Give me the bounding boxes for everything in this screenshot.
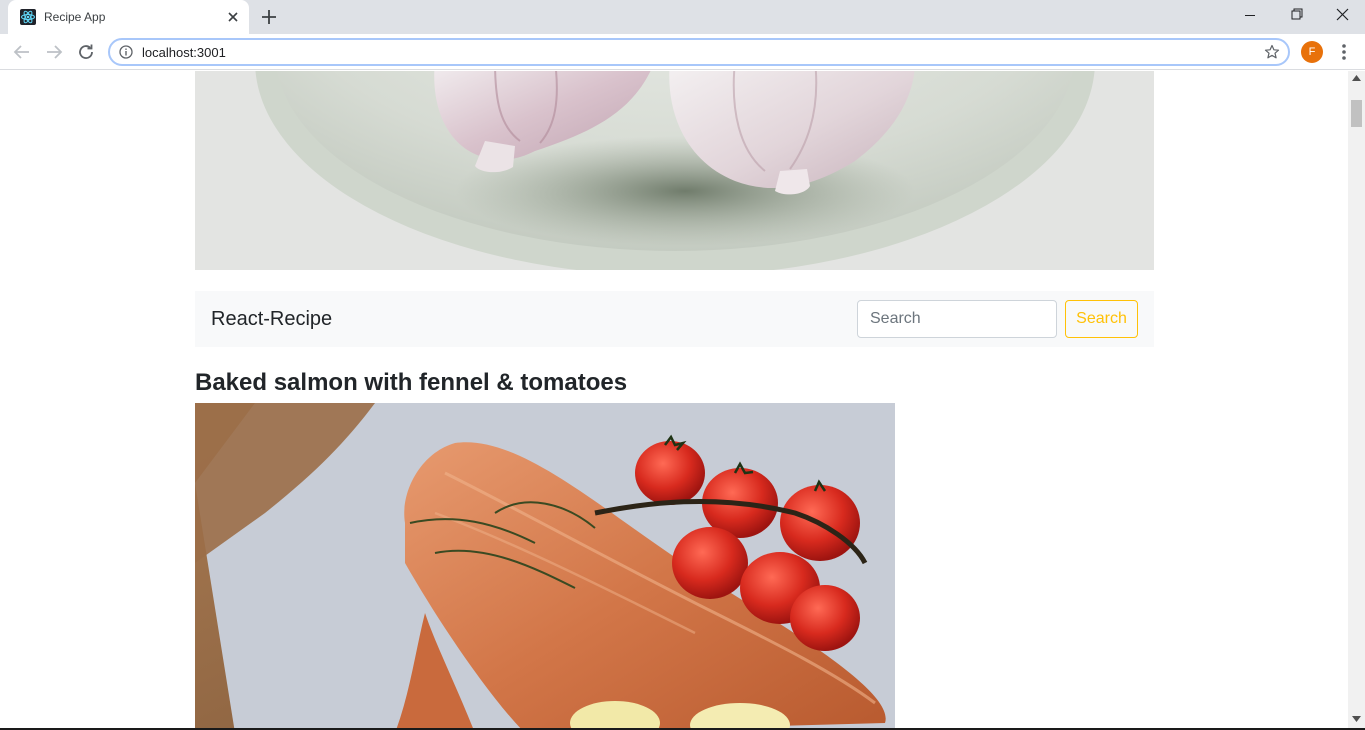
info-icon[interactable]: [119, 45, 133, 59]
search-input[interactable]: [857, 300, 1057, 338]
tab-title: Recipe App: [44, 10, 106, 24]
browser-toolbar: localhost:3001 F: [0, 34, 1365, 70]
search-button[interactable]: Search: [1065, 300, 1138, 338]
hero-image: [195, 71, 1154, 270]
recipe-image: [195, 403, 895, 730]
profile-avatar[interactable]: F: [1301, 41, 1323, 63]
react-favicon-icon: [20, 9, 36, 25]
browser-tab[interactable]: Recipe App: [8, 0, 249, 34]
garlic-plate-illustration: [195, 71, 1154, 270]
url-text[interactable]: localhost:3001: [142, 45, 226, 60]
plus-icon[interactable]: [258, 6, 280, 28]
reload-icon[interactable]: [74, 40, 98, 64]
kebab-menu-icon[interactable]: [1334, 40, 1354, 64]
forward-arrow-icon[interactable]: [42, 40, 66, 64]
restore-icon[interactable]: [1273, 0, 1319, 32]
minimize-icon[interactable]: [1227, 0, 1273, 32]
address-bar[interactable]: localhost:3001: [108, 38, 1290, 66]
scroll-up-arrow-icon[interactable]: [1352, 75, 1361, 81]
page-scrollbar[interactable]: [1348, 71, 1365, 730]
scroll-down-arrow-icon[interactable]: [1352, 716, 1361, 722]
salmon-tomatoes-illustration: [195, 403, 895, 730]
back-arrow-icon[interactable]: [10, 40, 34, 64]
close-icon[interactable]: [225, 9, 241, 25]
navbar: React-Recipe Search: [195, 291, 1154, 347]
star-icon[interactable]: [1264, 44, 1280, 60]
brand-link[interactable]: React-Recipe: [211, 307, 332, 331]
recipe-title: Baked salmon with fennel & tomatoes: [195, 369, 628, 396]
page-viewport: React-Recipe Search Baked salmon with fe…: [0, 71, 1348, 730]
scrollbar-thumb[interactable]: [1351, 100, 1362, 127]
tab-strip: Recipe App: [0, 0, 1365, 34]
window-close-icon[interactable]: [1319, 0, 1365, 32]
